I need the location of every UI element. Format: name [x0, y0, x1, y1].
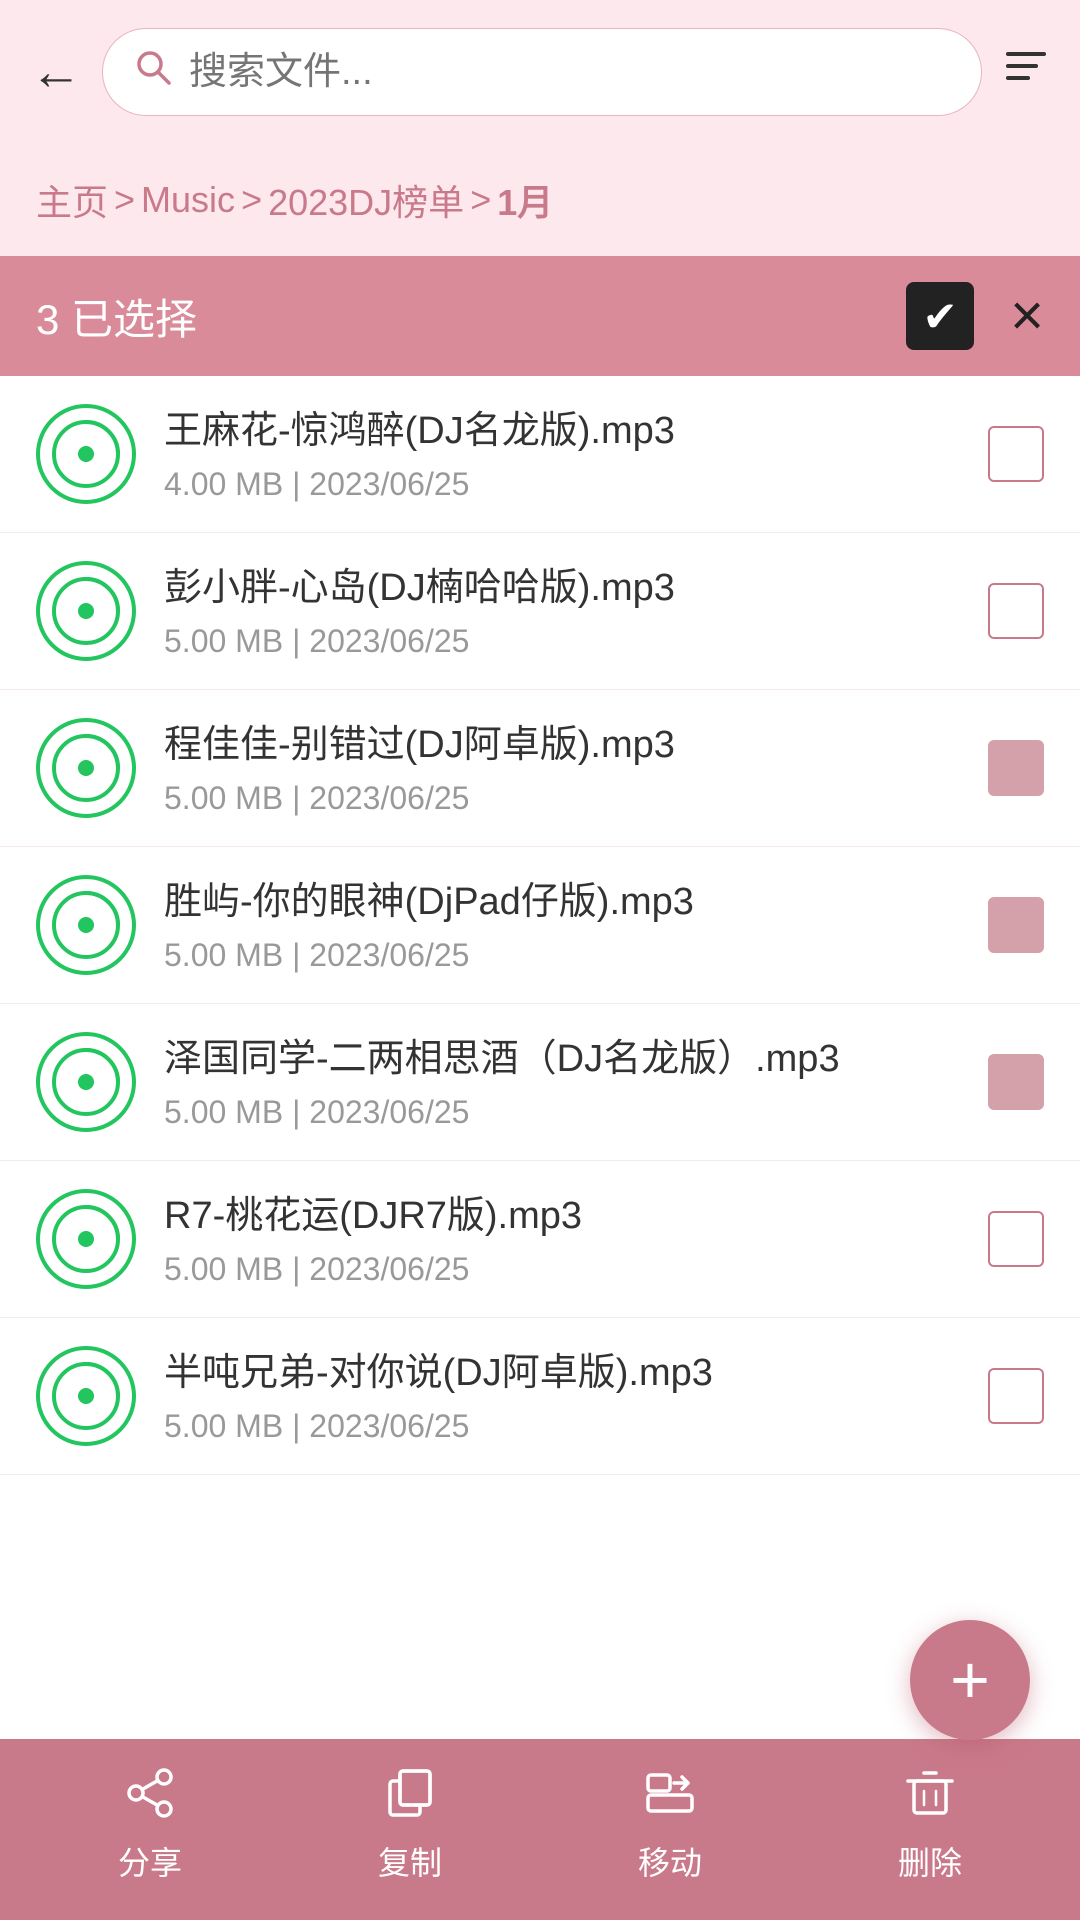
file-info: 半吨兄弟-对你说(DJ阿卓版).mp3 5.00 MB | 2023/06/25: [164, 1347, 960, 1445]
file-info: 彭小胖-心岛(DJ楠哈哈版).mp3 5.00 MB | 2023/06/25: [164, 562, 960, 660]
music-file-icon: [36, 404, 136, 504]
list-item[interactable]: 半吨兄弟-对你说(DJ阿卓版).mp3 5.00 MB | 2023/06/25: [0, 1318, 1080, 1475]
delete-button[interactable]: 删除: [898, 1767, 962, 1884]
list-item[interactable]: R7-桃花运(DJR7版).mp3 5.00 MB | 2023/06/25: [0, 1161, 1080, 1318]
search-input[interactable]: [189, 51, 951, 94]
copy-button[interactable]: 复制: [378, 1767, 442, 1884]
music-file-icon: [36, 1346, 136, 1446]
move-button[interactable]: 移动: [638, 1767, 702, 1884]
file-info: 王麻花-惊鸿醉(DJ名龙版).mp3 4.00 MB | 2023/06/25: [164, 405, 960, 503]
list-item[interactable]: 程佳佳-别错过(DJ阿卓版).mp3 5.00 MB | 2023/06/25: [0, 690, 1080, 847]
delete-icon: [904, 1767, 956, 1828]
list-item[interactable]: 胜屿-你的眼神(DjPad仔版).mp3 5.00 MB | 2023/06/2…: [0, 847, 1080, 1004]
file-meta: 5.00 MB | 2023/06/25: [164, 1094, 960, 1131]
deselect-button[interactable]: ×: [1010, 287, 1044, 345]
music-file-icon: [36, 1189, 136, 1289]
file-checkbox[interactable]: [988, 1368, 1044, 1424]
breadcrumb-music[interactable]: Music: [141, 179, 235, 221]
file-checkbox[interactable]: [988, 1054, 1044, 1110]
search-icon: [133, 47, 173, 97]
fab-plus-icon: +: [950, 1646, 990, 1714]
share-button[interactable]: 分享: [118, 1767, 182, 1884]
file-meta: 4.00 MB | 2023/06/25: [164, 466, 960, 503]
file-name: 泽国同学-二两相思酒（DJ名龙版）.mp3: [164, 1033, 960, 1086]
file-checkbox[interactable]: [988, 897, 1044, 953]
breadcrumb: 主页 > Music > 2023DJ榜单 > 1月: [0, 144, 1080, 256]
delete-label: 删除: [898, 1838, 962, 1884]
file-name: R7-桃花运(DJR7版).mp3: [164, 1190, 960, 1243]
breadcrumb-home[interactable]: 主页: [36, 174, 108, 226]
file-checkbox[interactable]: [988, 426, 1044, 482]
file-meta: 5.00 MB | 2023/06/25: [164, 937, 960, 974]
file-checkbox[interactable]: [988, 740, 1044, 796]
share-label: 分享: [118, 1838, 182, 1884]
file-checkbox[interactable]: [988, 1211, 1044, 1267]
music-file-icon: [36, 1032, 136, 1132]
sort-icon[interactable]: [1002, 42, 1050, 102]
list-item[interactable]: 彭小胖-心岛(DJ楠哈哈版).mp3 5.00 MB | 2023/06/25: [0, 533, 1080, 690]
breadcrumb-2023dj[interactable]: 2023DJ榜单: [268, 174, 464, 226]
share-icon: [124, 1767, 176, 1828]
copy-label: 复制: [378, 1838, 442, 1884]
search-bar: ←: [0, 0, 1080, 144]
fab-add-button[interactable]: +: [910, 1620, 1030, 1740]
file-name: 王麻花-惊鸿醉(DJ名龙版).mp3: [164, 405, 960, 458]
file-meta: 5.00 MB | 2023/06/25: [164, 1408, 960, 1445]
breadcrumb-current: 1月: [497, 174, 553, 226]
file-checkbox[interactable]: [988, 583, 1044, 639]
file-info: 程佳佳-别错过(DJ阿卓版).mp3 5.00 MB | 2023/06/25: [164, 719, 960, 817]
search-input-wrap: [102, 28, 982, 116]
copy-icon: [384, 1767, 436, 1828]
file-name: 彭小胖-心岛(DJ楠哈哈版).mp3: [164, 562, 960, 615]
file-info: 胜屿-你的眼神(DjPad仔版).mp3 5.00 MB | 2023/06/2…: [164, 876, 960, 974]
file-name: 胜屿-你的眼神(DjPad仔版).mp3: [164, 876, 960, 929]
file-meta: 5.00 MB | 2023/06/25: [164, 1251, 960, 1288]
file-info: 泽国同学-二两相思酒（DJ名龙版）.mp3 5.00 MB | 2023/06/…: [164, 1033, 960, 1131]
list-item[interactable]: 泽国同学-二两相思酒（DJ名龙版）.mp3 5.00 MB | 2023/06/…: [0, 1004, 1080, 1161]
file-meta: 5.00 MB | 2023/06/25: [164, 780, 960, 817]
selection-count: 3 已选择: [36, 286, 197, 347]
selection-actions: ×: [906, 282, 1044, 350]
move-icon: [644, 1767, 696, 1828]
file-info: R7-桃花运(DJR7版).mp3 5.00 MB | 2023/06/25: [164, 1190, 960, 1288]
file-name: 半吨兄弟-对你说(DJ阿卓版).mp3: [164, 1347, 960, 1400]
move-label: 移动: [638, 1838, 702, 1884]
music-file-icon: [36, 875, 136, 975]
back-button[interactable]: ←: [30, 46, 82, 98]
file-meta: 5.00 MB | 2023/06/25: [164, 623, 960, 660]
select-all-button[interactable]: [906, 282, 974, 350]
bottom-toolbar: 分享 复制 移动: [0, 1739, 1080, 1920]
list-item[interactable]: 王麻花-惊鸿醉(DJ名龙版).mp3 4.00 MB | 2023/06/25: [0, 376, 1080, 533]
file-name: 程佳佳-别错过(DJ阿卓版).mp3: [164, 719, 960, 772]
music-file-icon: [36, 718, 136, 818]
music-file-icon: [36, 561, 136, 661]
selection-bar: 3 已选择 ×: [0, 256, 1080, 376]
